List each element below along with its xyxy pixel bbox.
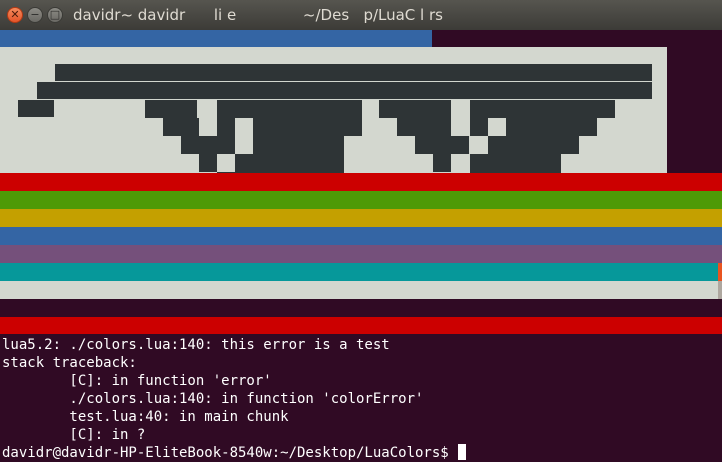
shell-prompt: davidr@davidr-HP-EliteBook-8540w:~/Deskt… [2, 445, 458, 461]
sunglasses-pixel [379, 100, 451, 118]
sunglasses-pixel [506, 118, 597, 136]
sunglasses-pixel [470, 100, 615, 118]
minimize-window-button[interactable]: − [27, 7, 43, 23]
red-bar [0, 317, 722, 334]
green-stripe [0, 191, 722, 209]
maximize-window-button[interactable]: □ [47, 7, 63, 23]
sunglasses-pixel [470, 154, 561, 172]
sunglasses-pixel [253, 118, 362, 136]
output-line: [C]: in function 'error' [2, 373, 272, 389]
terminal-area[interactable]: lua5.2: ./colors.lua:140: this error is … [0, 30, 722, 462]
output-line: [C]: in ? [2, 427, 146, 443]
sunglasses-pixel [397, 118, 451, 136]
output-line: lua5.2: ./colors.lua:140: this error is … [2, 337, 390, 353]
scrollbar-orange[interactable] [718, 263, 722, 281]
sunglasses-pixel [235, 154, 344, 172]
maximize-icon: □ [49, 8, 61, 21]
sunglasses-pixel [145, 100, 197, 118]
output-line: test.lua:40: in main chunk [2, 409, 289, 425]
close-icon: ✕ [10, 8, 20, 21]
gray-stripe [0, 281, 718, 299]
sunglasses-pixel [181, 136, 235, 154]
title-bar[interactable]: ✕ − □ davidr~ davidr li e ~/Des p/LuaC l… [0, 0, 722, 30]
output-line: stack traceback: [2, 355, 137, 371]
output-line: ./colors.lua:140: in function 'colorErro… [2, 391, 424, 407]
sunglasses-pixel [199, 154, 217, 172]
window-title: davidr~ davidr li e ~/Des p/LuaC l rs [73, 6, 443, 24]
cyan-stripe [0, 263, 718, 281]
sunglasses-pixel [470, 118, 488, 136]
text-cursor[interactable] [458, 444, 467, 460]
scrollbar-thumb[interactable] [718, 281, 722, 299]
magenta-stripe [0, 245, 722, 263]
minimize-icon: − [30, 8, 40, 21]
sunglasses-pixel [488, 136, 579, 154]
blue-stripe [0, 227, 722, 245]
sunglasses-pixel [163, 118, 199, 136]
sunglasses-pixel [433, 154, 451, 172]
blue-bar [0, 30, 432, 47]
sunglasses-pixel [217, 118, 235, 136]
sunglasses-pixel [217, 100, 362, 118]
sunglasses-pixel [253, 136, 344, 154]
terminal-window: ✕ − □ davidr~ davidr li e ~/Des p/LuaC l… [0, 0, 722, 462]
sunglasses-pixel [55, 64, 652, 81]
sunglasses-pixel [37, 82, 652, 99]
red-stripe [0, 173, 722, 191]
sunglasses-panel [0, 47, 667, 173]
terminal-output: lua5.2: ./colors.lua:140: this error is … [2, 336, 467, 462]
yellow-stripe [0, 209, 722, 227]
close-window-button[interactable]: ✕ [7, 7, 23, 23]
sunglasses-pixel [415, 136, 469, 154]
sunglasses-pixel [18, 100, 54, 117]
